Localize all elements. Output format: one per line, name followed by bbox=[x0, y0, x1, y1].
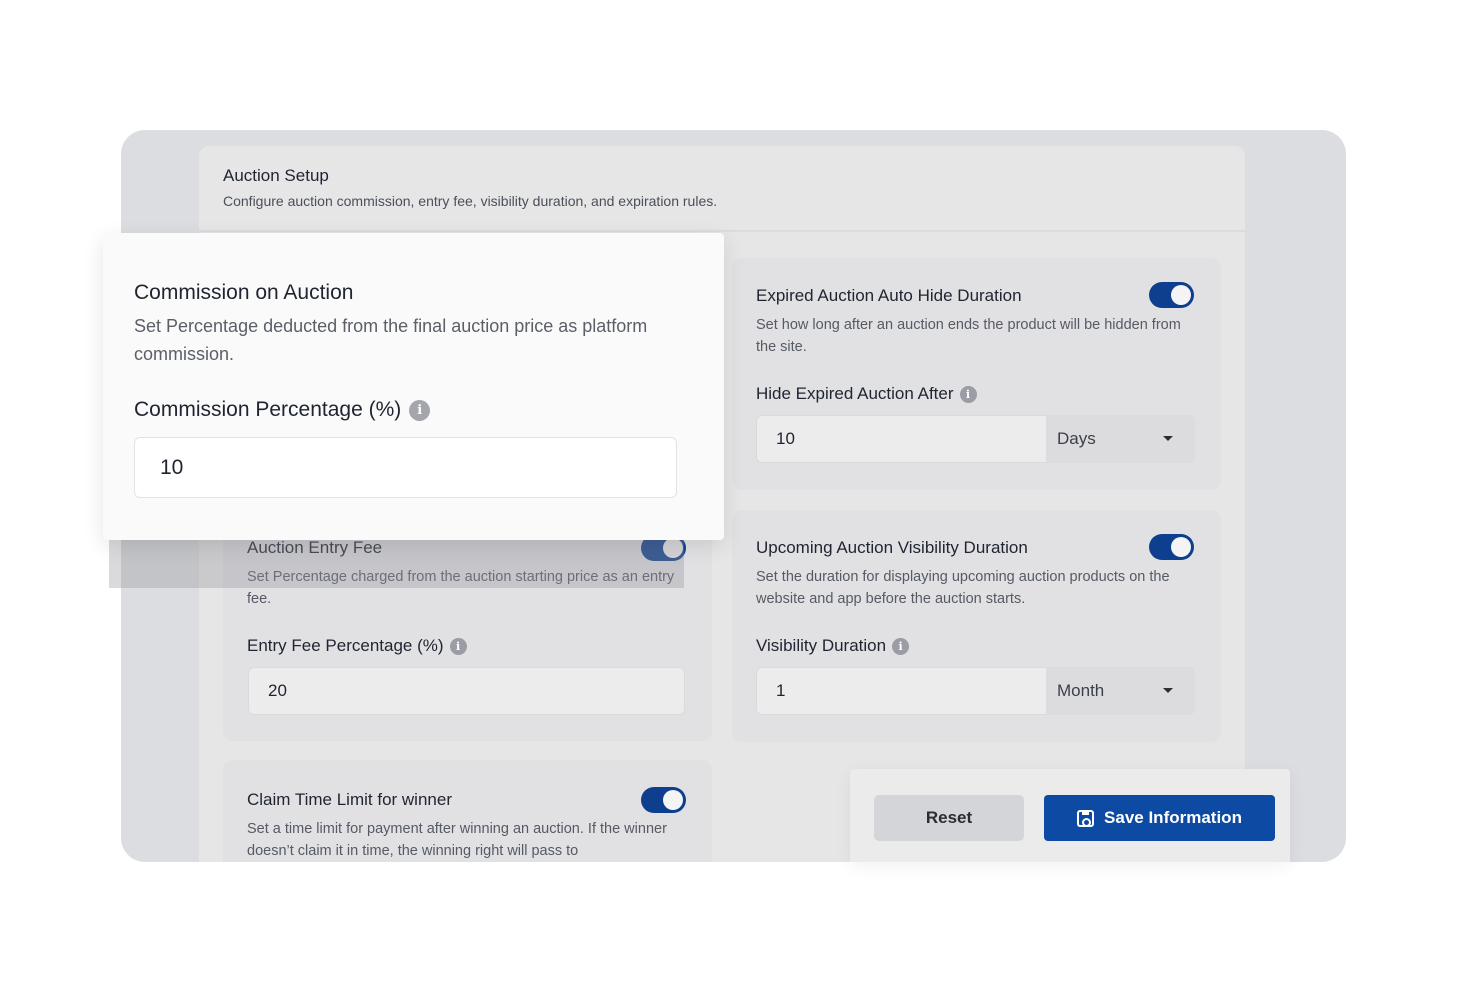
toggle-knob bbox=[1171, 285, 1191, 305]
upcoming-visibility-description: Set the duration for displaying upcoming… bbox=[756, 569, 1170, 607]
visibility-duration-label: Visibility Duration i bbox=[756, 636, 910, 656]
expired-hide-toggle[interactable] bbox=[1149, 282, 1194, 308]
action-bar: Reset Save Information bbox=[850, 769, 1290, 862]
page-subtitle: Configure auction commission, entry fee,… bbox=[223, 193, 718, 209]
hide-after-input[interactable]: 10 bbox=[756, 415, 1048, 463]
save-information-button[interactable]: Save Information bbox=[1044, 795, 1275, 841]
reset-button[interactable]: Reset bbox=[874, 795, 1024, 841]
info-icon[interactable]: i bbox=[959, 385, 977, 403]
commission-percentage-input[interactable]: 10 bbox=[134, 437, 677, 498]
visibility-duration-unit-value: Month bbox=[1057, 681, 1105, 700]
commission-card: Commission on Auction Set Percentage ded… bbox=[103, 233, 724, 540]
hide-after-label: Hide Expired Auction After i bbox=[756, 384, 977, 404]
chevron-down-icon bbox=[1163, 688, 1173, 693]
toggle-knob bbox=[1171, 537, 1191, 557]
chevron-down-icon bbox=[1163, 436, 1173, 441]
visibility-duration-unit-select[interactable]: Month bbox=[1046, 667, 1195, 715]
entry-fee-label: Entry Fee Percentage (%) i bbox=[247, 636, 467, 656]
upcoming-visibility-toggle[interactable] bbox=[1149, 534, 1194, 560]
hide-after-unit-value: Days bbox=[1057, 429, 1096, 448]
claim-time-title: Claim Time Limit for winner bbox=[247, 790, 452, 809]
expired-hide-description: Set how long after an auction ends the p… bbox=[756, 317, 1181, 355]
commission-percentage-label-text: Commission Percentage (%) bbox=[134, 398, 402, 421]
commission-description: Set Percentage deducted from the final a… bbox=[134, 316, 648, 364]
info-icon[interactable]: i bbox=[449, 637, 467, 655]
entry-fee-label-text: Entry Fee Percentage (%) bbox=[247, 636, 444, 655]
visibility-duration-label-text: Visibility Duration bbox=[756, 636, 887, 655]
hide-after-label-text: Hide Expired Auction After bbox=[756, 384, 954, 403]
visibility-duration-input[interactable]: 1 bbox=[756, 667, 1048, 715]
claim-time-toggle[interactable] bbox=[641, 787, 686, 813]
commission-title: Commission on Auction bbox=[134, 281, 354, 304]
hide-after-unit-select[interactable]: Days bbox=[1046, 415, 1195, 463]
panel-header: Auction Setup Configure auction commissi… bbox=[199, 146, 1245, 232]
overlay-shade bbox=[109, 540, 684, 588]
info-icon[interactable]: i bbox=[892, 637, 910, 655]
info-icon[interactable]: i bbox=[409, 399, 431, 421]
page-title: Auction Setup bbox=[223, 166, 329, 185]
expired-hide-title: Expired Auction Auto Hide Duration bbox=[756, 286, 1022, 305]
claim-time-description: Set a time limit for payment after winni… bbox=[247, 821, 667, 859]
entry-fee-input[interactable]: 20 bbox=[248, 667, 685, 715]
save-information-label: Save Information bbox=[1104, 808, 1242, 827]
commission-percentage-label: Commission Percentage (%) i bbox=[134, 398, 431, 422]
upcoming-visibility-title: Upcoming Auction Visibility Duration bbox=[756, 538, 1028, 557]
toggle-knob bbox=[663, 790, 683, 810]
save-icon bbox=[1077, 809, 1095, 827]
